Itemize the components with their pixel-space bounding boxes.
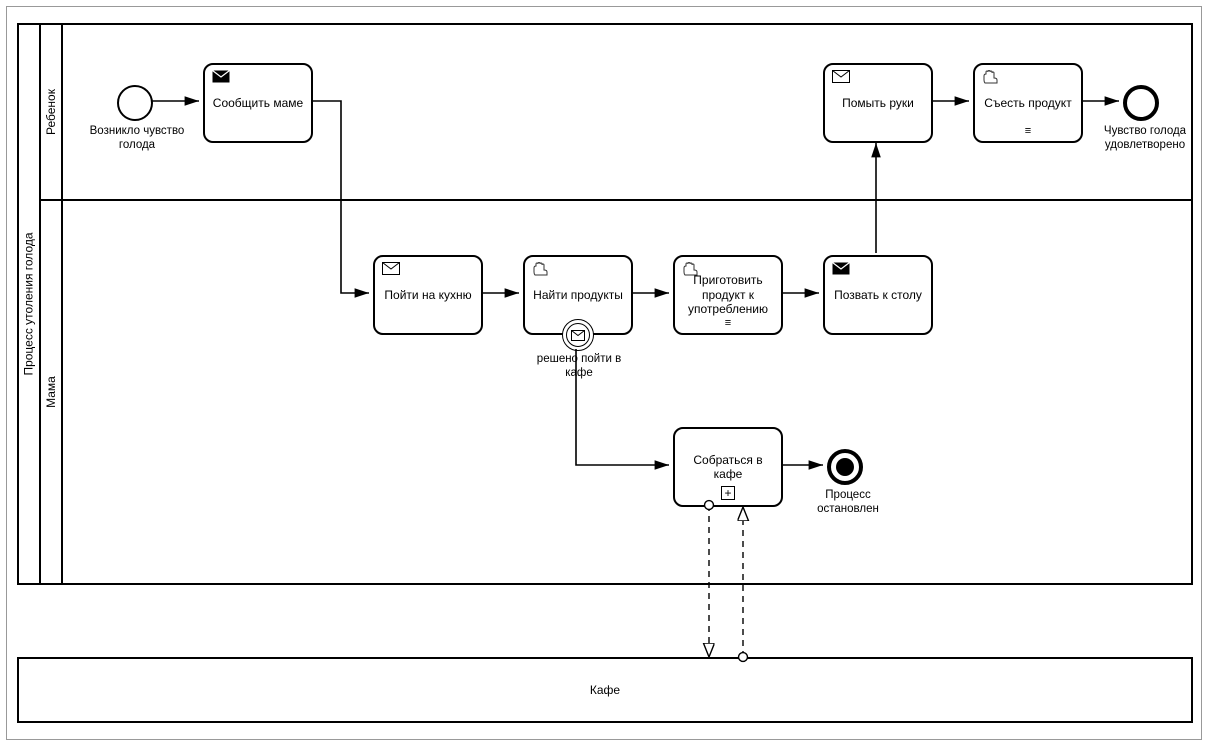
envelope-open-icon — [832, 70, 850, 84]
lane-child-header: Ребенок — [41, 25, 63, 199]
hand-icon — [682, 262, 700, 276]
task-gather-cafe-label: Собраться в кафе — [681, 453, 775, 482]
task-call-to-table[interactable]: Позвать к столу — [823, 255, 933, 335]
task-eat-product-label: Съесть продукт — [984, 96, 1071, 110]
task-tell-mom-label: Сообщить маме — [213, 96, 303, 110]
parallel-marker-icon: ≡ — [1025, 126, 1031, 137]
subprocess-plus-icon: + — [721, 486, 735, 500]
pool-title: Процесс утоления голода — [22, 232, 36, 375]
lane-child-label: Ребенок — [44, 89, 58, 135]
pool-cafe-label: Кафе — [590, 683, 620, 697]
start-event[interactable] — [117, 85, 153, 121]
start-event-label: Возникло чувство голода — [89, 125, 185, 153]
boundary-message-event[interactable] — [562, 319, 594, 351]
lane-child: Ребенок Возникло чувство голода Сообщить… — [41, 25, 1191, 201]
envelope-open-icon — [382, 262, 400, 276]
task-wash-hands[interactable]: Помыть руки — [823, 63, 933, 143]
task-wash-hands-label: Помыть руки — [842, 96, 914, 110]
pool-cafe: Кафе — [17, 657, 1193, 723]
lane-mom-header: Мама — [41, 201, 63, 583]
hand-icon — [982, 70, 1000, 84]
task-gather-cafe[interactable]: Собраться в кафе + — [673, 427, 783, 507]
diagram-canvas: Процесс утоления голода Ребенок Возникло… — [6, 6, 1202, 740]
terminate-end-event[interactable] — [827, 449, 863, 485]
hand-icon — [532, 262, 550, 276]
envelope-filled-icon — [832, 262, 850, 276]
task-find-products-label: Найти продукты — [533, 288, 623, 302]
terminate-end-label: Процесс остановлен — [805, 489, 891, 517]
task-prepare-product-label: Приготовить продукт к употреблению — [681, 273, 775, 316]
parallel-marker-icon: ≡ — [725, 318, 731, 329]
task-go-kitchen-label: Пойти на кухню — [384, 288, 471, 302]
task-prepare-product[interactable]: Приготовить продукт к употреблению ≡ — [673, 255, 783, 335]
lane-mom: Мама Пойти на кухню Найти продукты — [41, 201, 1191, 583]
lane-mom-label: Мама — [44, 376, 58, 408]
boundary-event-label: решено пойти в кафе — [525, 353, 633, 381]
envelope-filled-icon — [212, 70, 230, 84]
task-eat-product[interactable]: Съесть продукт ≡ — [973, 63, 1083, 143]
pool-main: Процесс утоления голода Ребенок Возникло… — [17, 23, 1193, 585]
task-call-to-table-label: Позвать к столу — [834, 288, 922, 302]
task-go-kitchen[interactable]: Пойти на кухню — [373, 255, 483, 335]
task-tell-mom[interactable]: Сообщить маме — [203, 63, 313, 143]
pool-header: Процесс утоления голода — [19, 25, 41, 583]
end-event[interactable] — [1123, 85, 1159, 121]
end-event-label: Чувство голода удовлетворено — [1093, 125, 1197, 153]
